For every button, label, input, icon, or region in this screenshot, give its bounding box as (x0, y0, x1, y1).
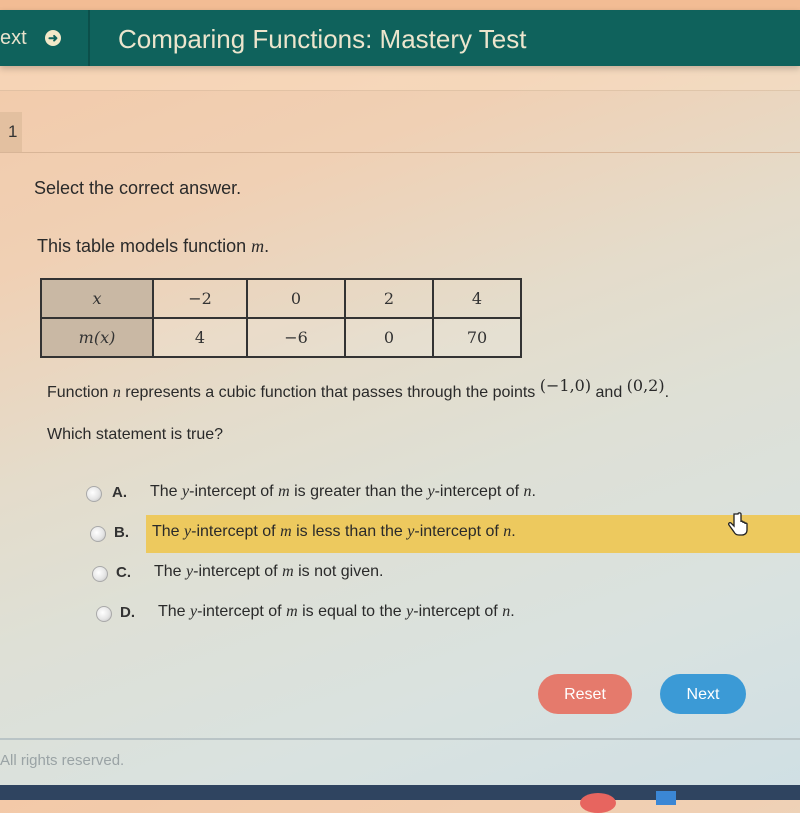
hand-pointer-icon (728, 512, 748, 536)
taskbar-app-icon[interactable] (656, 791, 676, 805)
fn-desc-mid: represents a cubic function that passes … (120, 384, 540, 401)
option-letter: C. (116, 564, 131, 581)
fn-desc-pre: Function (47, 384, 113, 401)
option-letter: D. (120, 604, 135, 621)
next-button[interactable]: Next (660, 674, 746, 714)
arrow-right-circle-icon: ➜ (45, 30, 61, 46)
table-row-mx: m(x) 4 −6 0 70 (40, 317, 522, 358)
intro-var: m (251, 236, 265, 256)
option-text: The y-intercept of m is not given. (154, 563, 384, 580)
instruction-text: Select the correct answer. (34, 178, 242, 198)
header-bar: ext ➜ Comparing Functions: Mastery Test (0, 10, 800, 66)
option-letter: A. (112, 484, 127, 501)
table-cell: −2 (152, 278, 248, 319)
function-table: x −2 0 2 4 m(x) 4 −6 0 70 (40, 278, 522, 358)
taskbar (0, 785, 800, 813)
table-cell: −6 (246, 317, 346, 358)
page-title: Comparing Functions: Mastery Test (118, 24, 527, 54)
footer-divider (0, 738, 800, 740)
option-c[interactable]: C. The y-intercept of m is not given. (84, 556, 800, 594)
fn-desc-end: . (664, 384, 670, 401)
question-number: 1 (0, 112, 22, 152)
next-nav-label: ext (0, 27, 27, 49)
radio-button-c[interactable] (92, 566, 108, 582)
reset-button[interactable]: Reset (538, 674, 632, 714)
radio-button-a[interactable] (86, 486, 102, 502)
radio-button-d[interactable] (96, 606, 112, 622)
table-header-mx: m(x) (40, 317, 154, 358)
next-nav-link[interactable]: ext ➜ (0, 10, 90, 66)
table-cell: 0 (344, 317, 434, 358)
intro-end: . (264, 236, 270, 256)
point-2: (0,2) (626, 376, 665, 395)
function-description: Function n represents a cubic function t… (47, 376, 670, 402)
option-text: The y-intercept of m is equal to the y-i… (158, 603, 515, 620)
option-d[interactable]: D. The y-intercept of m is equal to the … (84, 596, 800, 634)
taskbar-app-icon[interactable] (580, 793, 616, 813)
option-text: The y-intercept of m is greater than the… (150, 483, 536, 500)
table-cell: 2 (344, 278, 434, 319)
radio-button-b[interactable] (90, 526, 106, 542)
point-1: (−1,0) (539, 376, 592, 395)
table-header-x: x (40, 278, 154, 319)
intro-text-main: This table models function (37, 236, 252, 256)
divider (0, 152, 800, 153)
sub-bar (0, 66, 800, 91)
fn-desc-var: n (112, 384, 121, 401)
table-row-x: x −2 0 2 4 (40, 278, 522, 319)
option-b[interactable]: B. The y-intercept of m is less than the… (84, 516, 800, 554)
table-cell: 0 (246, 278, 346, 319)
question-text: Which statement is true? (47, 426, 224, 443)
table-cell: 4 (152, 317, 248, 358)
fn-desc-and: and (591, 384, 627, 401)
option-letter: B. (114, 524, 129, 541)
table-cell: 70 (432, 317, 522, 358)
option-a[interactable]: A. The y-intercept of m is greater than … (84, 476, 800, 514)
top-strip (0, 0, 800, 10)
table-cell: 4 (432, 278, 522, 319)
intro-text: This table models function m. (37, 236, 269, 257)
footer-text: All rights reserved. (0, 752, 125, 769)
option-text: The y-intercept of m is less than the y-… (152, 523, 516, 540)
